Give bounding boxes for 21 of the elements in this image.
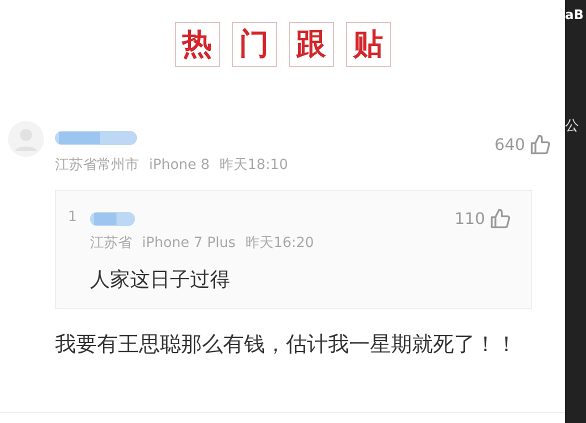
title-character: 热 xyxy=(174,22,220,67)
floor-number: 1 xyxy=(68,208,78,227)
location-text: 江苏省 xyxy=(90,234,132,253)
time-text: 昨天16:20 xyxy=(246,234,314,253)
title-character: 贴 xyxy=(346,22,390,67)
thumbs-up-icon xyxy=(529,134,551,156)
side-text: 公 xyxy=(565,116,580,136)
device-text: iPhone 8 xyxy=(149,156,210,175)
title-character: 跟 xyxy=(288,22,334,67)
comment-text: 我要有王思聪那么有钱，估计我一星期就死了！！ xyxy=(55,331,518,358)
like-count: 110 xyxy=(454,208,485,230)
thumbs-up-icon xyxy=(489,208,511,230)
title-character: 门 xyxy=(232,22,276,67)
time-text: 昨天18:10 xyxy=(220,156,288,175)
reply-text: 人家这日子过得 xyxy=(90,266,231,293)
blurred-name xyxy=(90,210,135,228)
avatar-icon xyxy=(8,121,44,157)
location-text: 江苏省常州市 xyxy=(55,156,139,175)
device-text: iPhone 7 Plus xyxy=(142,234,236,253)
like-count: 640 xyxy=(494,134,525,156)
side-text: aB xyxy=(565,7,585,25)
